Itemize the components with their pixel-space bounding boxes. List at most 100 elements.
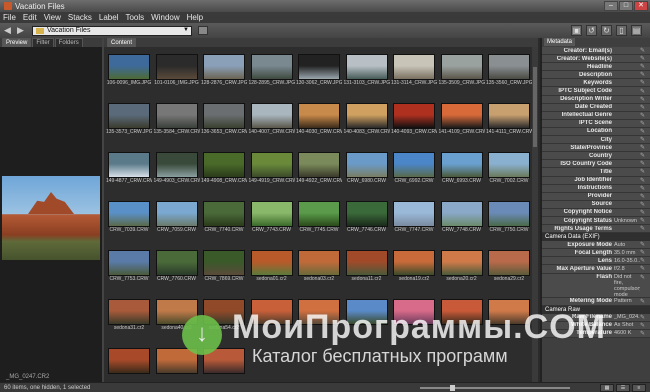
- edit-pencil-icon[interactable]: ✎: [640, 298, 648, 305]
- thumbnail-cell[interactable]: sedona20.cr2: [439, 250, 485, 288]
- rotate-right-icon[interactable]: ↻: [601, 25, 612, 36]
- metadata-row[interactable]: Date Created ✎: [542, 103, 650, 112]
- thumbnail-image[interactable]: [298, 201, 340, 227]
- thumbnail-cell[interactable]: sedona03.cr2: [296, 250, 342, 288]
- edit-pencil-icon[interactable]: ✎: [640, 201, 648, 208]
- thumbnail-image[interactable]: [203, 201, 245, 227]
- thumbnail-image[interactable]: [345, 54, 388, 80]
- thumbnail-cell[interactable]: 131-3103_CRW.JPG: [344, 54, 390, 92]
- thumbnail-image[interactable]: [345, 201, 388, 227]
- menu-item-stacks[interactable]: Stacks: [68, 13, 92, 22]
- menu-item-tools[interactable]: Tools: [125, 13, 144, 22]
- thumbnail-cell[interactable]: 131-3114_CRW.JPG: [391, 54, 437, 92]
- trash-icon[interactable]: ▯: [616, 25, 627, 36]
- thumbnail-image[interactable]: [298, 250, 340, 276]
- thumbnail-cell[interactable]: 140-4030_CRW.CRW: [296, 103, 342, 141]
- edit-pencil-icon[interactable]: ✎: [640, 168, 648, 175]
- metadata-row[interactable]: Provider ✎: [542, 192, 650, 201]
- thumbnail-cell[interactable]: 135-3509_CRW.JPG: [439, 54, 485, 92]
- tab-preview[interactable]: Preview: [2, 38, 32, 47]
- metadata-row[interactable]: Instructions ✎: [542, 184, 650, 193]
- thumbnail-image[interactable]: [203, 250, 245, 276]
- metadata-row[interactable]: Source ✎: [542, 200, 650, 209]
- thumbnail-image[interactable]: [250, 250, 293, 276]
- edit-pencil-icon[interactable]: ✎: [640, 96, 648, 103]
- thumbnail-image[interactable]: [440, 103, 483, 129]
- thumbnail-cell[interactable]: 135-3560_CRW.JPG: [486, 54, 532, 92]
- menu-item-edit[interactable]: Edit: [23, 13, 37, 22]
- edit-pencil-icon[interactable]: ✎: [640, 88, 648, 95]
- metadata-row[interactable]: Copyright Notice ✎: [542, 208, 650, 217]
- tab-filter[interactable]: Filter: [32, 38, 54, 47]
- thumbnail-cell[interactable]: 149-4922_CRW.CRW: [296, 152, 342, 190]
- edit-pencil-icon[interactable]: ✎: [640, 314, 648, 321]
- metadata-row[interactable]: Description ✎: [542, 71, 650, 80]
- metadata-row[interactable]: State/Province ✎: [542, 144, 650, 153]
- metadata-row[interactable]: Headline ✎: [542, 63, 650, 72]
- rotate-left-icon[interactable]: ↺: [586, 25, 597, 36]
- thumbnail-cell[interactable]: 106-0096_IMG.JPG: [106, 54, 152, 92]
- edit-pencil-icon[interactable]: ✎: [640, 322, 648, 329]
- edit-pencil-icon[interactable]: ✎: [640, 225, 648, 232]
- view-details-button[interactable]: ☰: [616, 384, 630, 392]
- slider-thumb[interactable]: [450, 385, 455, 391]
- thumbnail-cell[interactable]: CRW_6993.CRW: [439, 152, 485, 190]
- thumbnail-image[interactable]: [345, 250, 388, 276]
- metadata-row[interactable]: Country ✎: [542, 152, 650, 161]
- thumbnail-image[interactable]: [488, 103, 530, 129]
- thumbnail-image[interactable]: [440, 250, 483, 276]
- menu-item-label[interactable]: Label: [99, 13, 119, 22]
- metadata-row[interactable]: Description Writer ✎: [542, 95, 650, 104]
- thumbnail-cell[interactable]: [154, 348, 200, 386]
- thumbnail-image[interactable]: [345, 103, 388, 129]
- thumbnail-image[interactable]: [440, 152, 483, 178]
- scrollbar-thumb[interactable]: [533, 67, 537, 147]
- thumbnail-cell[interactable]: sedona29.cr2: [486, 250, 532, 288]
- metadata-row[interactable]: Creator: Website(s) ✎: [542, 55, 650, 64]
- edit-pencil-icon[interactable]: ✎: [640, 152, 648, 159]
- thumbnail-cell[interactable]: 149-4919_CRW.CRW: [249, 152, 295, 190]
- thumbnail-cell[interactable]: sedona11.cr2: [344, 250, 390, 288]
- edit-pencil-icon[interactable]: ✎: [640, 128, 648, 135]
- view-list-button[interactable]: ≡: [632, 384, 646, 392]
- thumbnail-cell[interactable]: CRW_7750.CRW: [486, 201, 532, 239]
- new-folder-icon[interactable]: ▤: [631, 25, 642, 36]
- thumbnail-cell[interactable]: 101-0106_IMG.JPG: [154, 54, 200, 92]
- thumbnail-image[interactable]: [250, 201, 293, 227]
- menu-item-view[interactable]: View: [44, 13, 61, 22]
- metadata-row[interactable]: City ✎: [542, 136, 650, 145]
- thumbnail-image[interactable]: [155, 103, 198, 129]
- thumbnail-image[interactable]: [393, 250, 435, 276]
- close-icon[interactable]: ✕: [634, 1, 648, 11]
- edit-pencil-icon[interactable]: ✎: [640, 55, 648, 62]
- thumbnail-cell[interactable]: CRW_7039.CRW: [106, 201, 152, 239]
- metadata-row[interactable]: Intellectual Genre ✎: [542, 111, 650, 120]
- thumbnail-cell[interactable]: 140-4093_CRW.CRW: [391, 103, 437, 141]
- metadata-row[interactable]: Copyright Status Unknown ✎: [542, 216, 650, 226]
- metadata-row[interactable]: Exposure Mode Auto ✎: [542, 241, 650, 250]
- edit-pencil-icon[interactable]: ✎: [640, 63, 648, 70]
- thumbnail-image[interactable]: [108, 103, 150, 129]
- thumbnail-image[interactable]: [203, 152, 245, 178]
- thumbnail-image[interactable]: [440, 54, 483, 80]
- maximize-icon[interactable]: □: [619, 1, 633, 11]
- thumbnail-image[interactable]: [393, 152, 435, 178]
- thumbnail-image[interactable]: [440, 201, 483, 227]
- thumbnail-image[interactable]: [203, 54, 245, 80]
- edit-pencil-icon[interactable]: ✎: [640, 160, 648, 167]
- edit-pencil-icon[interactable]: ✎: [640, 144, 648, 151]
- edit-pencil-icon[interactable]: ✎: [640, 112, 648, 119]
- thumbnail-size-slider[interactable]: [420, 385, 570, 391]
- thumbnail-cell[interactable]: 140-4083_CRW.CRW: [344, 103, 390, 141]
- thumbnail-image[interactable]: [155, 54, 198, 80]
- metadata-row[interactable]: Creator: Email(s) ✎: [542, 47, 650, 56]
- thumbnail-cell[interactable]: CRW_6980.CRW: [344, 152, 390, 190]
- edit-pencil-icon[interactable]: ✎: [640, 241, 648, 248]
- thumbnail-image[interactable]: [250, 152, 293, 178]
- thumbnail-image[interactable]: [108, 201, 150, 227]
- thumbnail-image[interactable]: [108, 54, 150, 80]
- camera-download-icon[interactable]: ▣: [571, 25, 582, 36]
- menu-item-window[interactable]: Window: [151, 13, 179, 22]
- menu-item-file[interactable]: File: [3, 13, 16, 22]
- thumbnail-cell[interactable]: 149-4908_CRW.CRW: [201, 152, 247, 190]
